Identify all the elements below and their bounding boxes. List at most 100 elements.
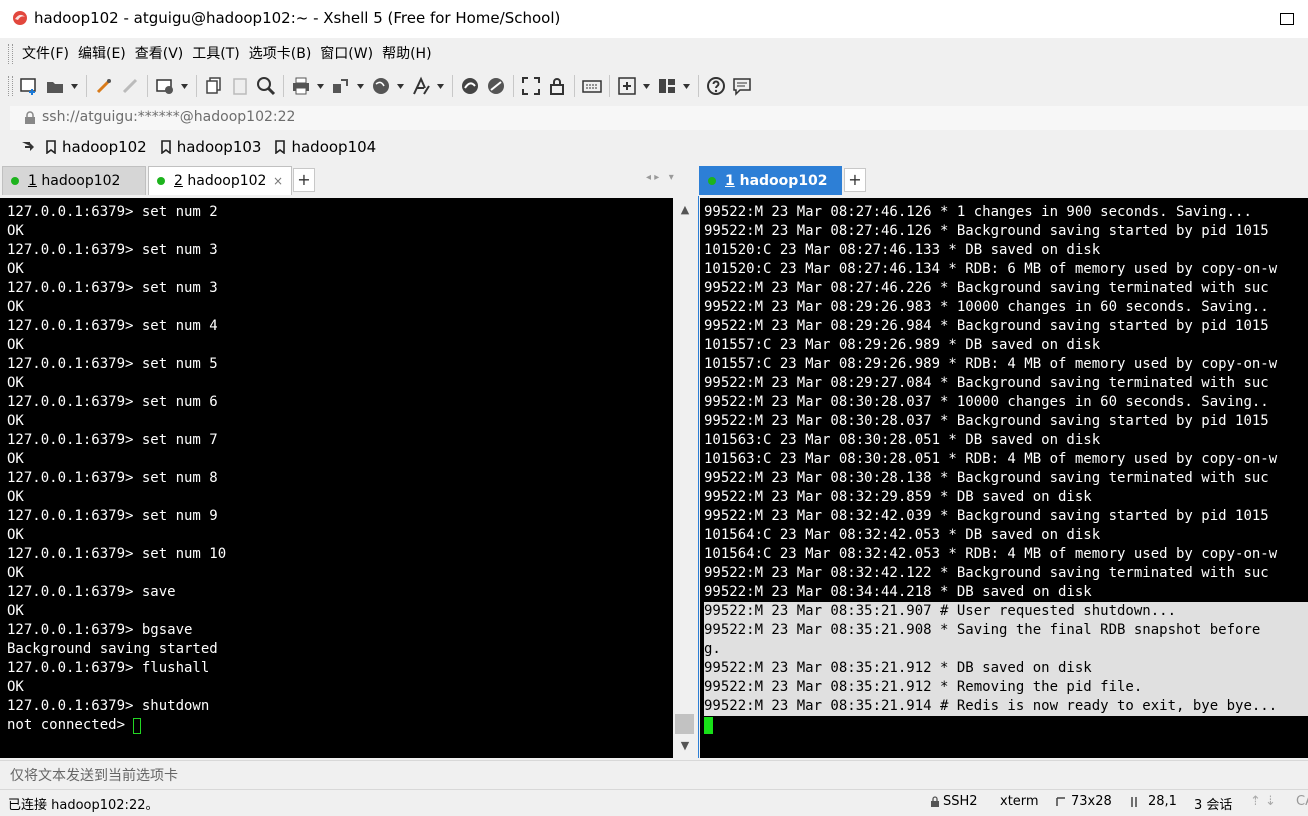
help-icon[interactable] <box>705 75 727 97</box>
link-hadoop103[interactable]: hadoop103 <box>160 138 261 156</box>
compose-bar[interactable] <box>0 760 1308 789</box>
toolbar-grip[interactable] <box>8 76 13 96</box>
terminal-line: 127.0.0.1:6379> set num 3 <box>7 242 218 258</box>
layout-icon[interactable] <box>656 75 678 97</box>
menu-view[interactable]: 查看(V) <box>133 44 191 64</box>
tab-num: 1 <box>28 173 37 189</box>
address-text[interactable]: ssh://atguigu:******@hadoop102:22 <box>42 109 295 125</box>
status-caps: CA <box>1296 794 1308 809</box>
terminal-line: 127.0.0.1:6379> set num 6 <box>7 394 218 410</box>
open-dropdown-icon[interactable] <box>70 75 78 97</box>
tab-left-1[interactable]: 1 hadoop102 <box>2 166 146 195</box>
paste-icon[interactable] <box>229 75 251 97</box>
status-bar <box>0 789 1308 816</box>
terminal-prompt-line: not connected> <box>7 716 142 735</box>
find-icon[interactable] <box>255 75 277 97</box>
tab-left-2[interactable]: 2 hadoop102 × <box>148 166 292 195</box>
terminal-prompt: not connected> <box>7 717 134 733</box>
menu-tabs[interactable]: 选项卡(B) <box>247 44 319 64</box>
scroll-up-icon[interactable]: ▲ <box>673 200 697 220</box>
disconnect-icon[interactable] <box>119 75 141 97</box>
tab-right-1[interactable]: 1 hadoop102 <box>699 166 842 195</box>
terminal-right[interactable]: 99522:M 23 Mar 08:27:46.126 * 1 changes … <box>700 198 1308 758</box>
connected-dot-icon <box>708 176 716 185</box>
transfer-icon[interactable] <box>330 75 352 97</box>
lock-toolbar-icon[interactable] <box>546 75 568 97</box>
terminal-line: OK <box>7 375 24 391</box>
menu-edit[interactable]: 编辑(E) <box>76 44 133 64</box>
tab-label: hadoop102 <box>739 172 828 189</box>
transfer-dropdown-icon[interactable] <box>356 75 364 97</box>
keyboard-icon[interactable] <box>581 75 603 97</box>
menu-help[interactable]: 帮助(H) <box>380 44 438 64</box>
terminal-line: OK <box>7 679 24 695</box>
terminal-line: 101557:C 23 Mar 08:29:26.989 * RDB: 4 MB… <box>704 356 1278 372</box>
terminal-line: 127.0.0.1:6379> set num 8 <box>7 470 218 486</box>
arrow-up-icon[interactable]: ⇡ <box>1250 794 1261 809</box>
tab-close-icon[interactable]: × <box>273 174 283 188</box>
print-dropdown-icon[interactable] <box>316 75 324 97</box>
xshell-app-icon <box>13 11 27 25</box>
connect-icon[interactable] <box>93 75 115 97</box>
font-dropdown-icon[interactable] <box>436 75 444 97</box>
terminal-size-label: 73x28 <box>1071 794 1112 809</box>
link-label: hadoop104 <box>291 138 377 156</box>
properties-dropdown-icon[interactable] <box>180 75 188 97</box>
terminal-line: OK <box>7 603 24 619</box>
new-tab-icon[interactable] <box>616 75 638 97</box>
terminal-line: 99522:M 23 Mar 08:29:27.084 * Background… <box>704 375 1269 391</box>
terminal-line: OK <box>7 451 24 467</box>
links-arrow-icon[interactable] <box>20 139 36 155</box>
terminal-line: Background saving started <box>7 641 218 657</box>
compose-bar-text[interactable]: 仅将文本发送到当前选项卡 <box>10 765 178 785</box>
maximize-button[interactable] <box>1280 13 1294 25</box>
new-tab-dropdown-icon[interactable] <box>642 75 650 97</box>
xmanager-icon[interactable] <box>485 75 507 97</box>
scroll-down-icon[interactable]: ▼ <box>673 736 697 756</box>
terminal-line: 99522:M 23 Mar 08:30:28.037 * 10000 chan… <box>704 394 1269 410</box>
terminal-line: 127.0.0.1:6379> set num 4 <box>7 318 218 334</box>
status-nav-arrows[interactable]: ⇡ ⇣ <box>1250 794 1276 809</box>
terminal-line: 101564:C 23 Mar 08:32:42.053 * RDB: 4 MB… <box>704 546 1278 562</box>
add-tab-right-button[interactable]: + <box>844 168 866 192</box>
properties-icon[interactable] <box>154 75 176 97</box>
terminal-line-selected: 99522:M 23 Mar 08:35:21.907 # User reque… <box>704 602 1308 621</box>
tab-scroll-arrows[interactable]: ◂ ▸ ▾ <box>646 172 674 183</box>
layout-dropdown-icon[interactable] <box>682 75 690 97</box>
fullscreen-icon[interactable] <box>520 75 542 97</box>
terminal-left[interactable]: 127.0.0.1:6379> set num 2 OK 127.0.0.1:6… <box>0 198 673 758</box>
sessions-label: 3 会话 <box>1194 798 1233 813</box>
terminal-line: 99522:M 23 Mar 08:27:46.126 * Background… <box>704 223 1269 239</box>
globe-icon[interactable] <box>370 75 392 97</box>
terminal-type-label: xterm <box>1000 794 1039 809</box>
open-folder-icon[interactable] <box>44 75 66 97</box>
tab-num: 2 <box>174 173 183 189</box>
add-tab-left-button[interactable]: + <box>293 168 315 192</box>
xftp-icon[interactable] <box>459 75 481 97</box>
terminal-line-selected: 99522:M 23 Mar 08:35:21.908 * Saving the… <box>704 621 1308 640</box>
menu-tools[interactable]: 工具(T) <box>190 44 246 64</box>
menu-file[interactable]: 文件(F) <box>20 44 76 64</box>
arrow-down-icon[interactable]: ⇣ <box>1265 794 1276 809</box>
terminal-left-scrollbar[interactable]: ▲ ▼ <box>673 198 697 758</box>
terminal-line: 127.0.0.1:6379> set num 9 <box>7 508 218 524</box>
menu-grip[interactable] <box>8 44 13 64</box>
menu-window[interactable]: 窗口(W) <box>318 44 380 64</box>
terminal-line: 101564:C 23 Mar 08:32:42.053 * DB saved … <box>704 527 1101 543</box>
print-icon[interactable] <box>290 75 312 97</box>
copy-icon[interactable] <box>203 75 225 97</box>
connection-status: 已连接 hadoop102:22。 <box>8 798 159 813</box>
bookmark-icon <box>160 140 171 154</box>
chat-icon[interactable] <box>731 75 753 97</box>
terminal-line: 101563:C 23 Mar 08:30:28.051 * RDB: 4 MB… <box>704 451 1278 467</box>
new-session-icon[interactable] <box>18 75 40 97</box>
terminal-line: OK <box>7 223 24 239</box>
terminal-cursor <box>133 717 142 734</box>
link-hadoop102[interactable]: hadoop102 <box>46 138 147 156</box>
link-hadoop104[interactable]: hadoop104 <box>275 138 376 156</box>
terminal-line: OK <box>7 527 24 543</box>
terminal-line: 101557:C 23 Mar 08:29:26.989 * DB saved … <box>704 337 1101 353</box>
font-icon[interactable] <box>410 75 432 97</box>
globe-dropdown-icon[interactable] <box>396 75 404 97</box>
scroll-thumb[interactable] <box>675 714 694 734</box>
